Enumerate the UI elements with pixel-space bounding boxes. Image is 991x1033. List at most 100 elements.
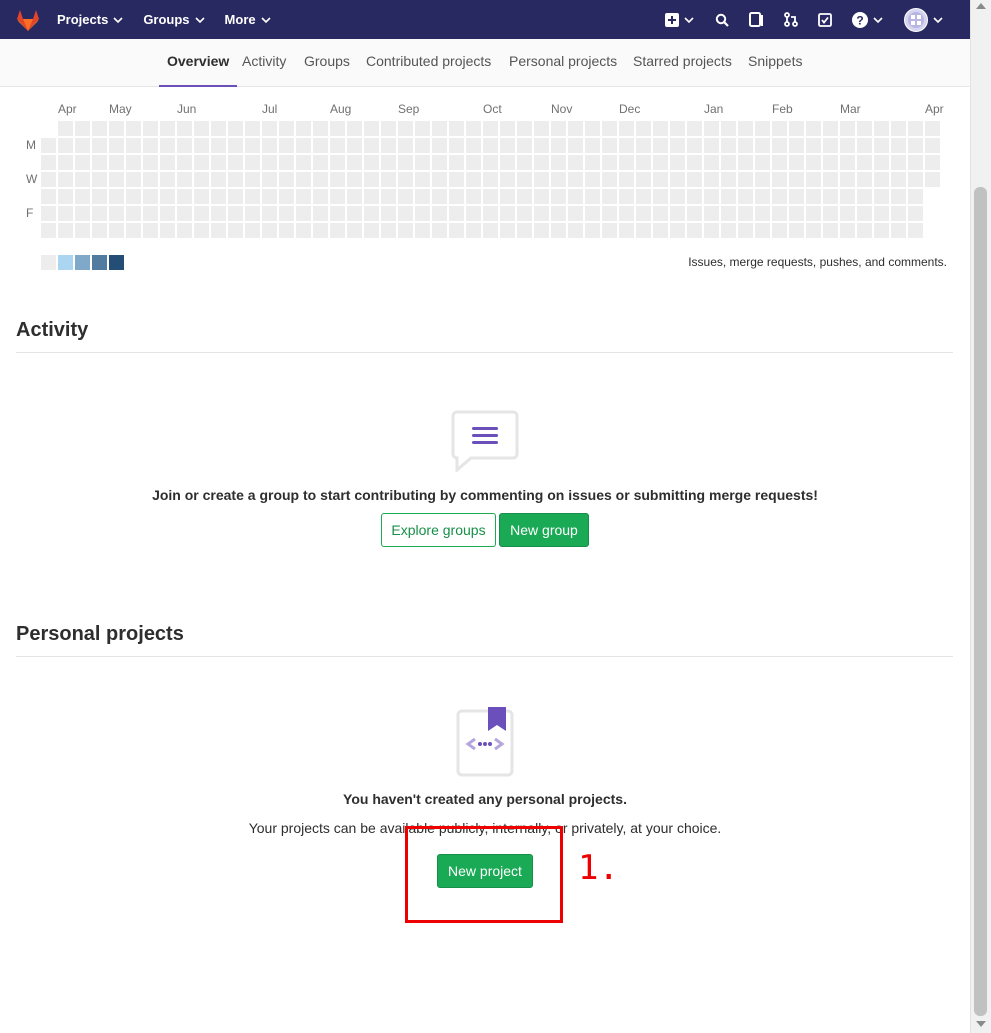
vertical-scrollbar[interactable] bbox=[970, 0, 991, 1033]
calendar-day-cell bbox=[551, 206, 566, 221]
calendar-day-cell bbox=[585, 206, 600, 221]
calendar-day-cell bbox=[636, 206, 651, 221]
calendar-day-cell bbox=[704, 189, 719, 204]
calendar-day-cell bbox=[449, 172, 464, 187]
calendar-day-cell bbox=[177, 155, 192, 170]
tab-activity[interactable]: Activity bbox=[242, 39, 286, 87]
todos-button[interactable] bbox=[818, 12, 832, 27]
calendar-day-cell bbox=[483, 172, 498, 187]
calendar-day-cell bbox=[602, 172, 617, 187]
calendar-day-cell bbox=[874, 121, 889, 136]
calendar-day-cell bbox=[551, 155, 566, 170]
calendar-day-cell bbox=[347, 138, 362, 153]
calendar-day-cell bbox=[602, 189, 617, 204]
calendar-month-label: Jul bbox=[262, 102, 278, 116]
calendar-day-cell bbox=[670, 155, 685, 170]
calendar-day-cell bbox=[500, 172, 515, 187]
calendar-day-cell bbox=[177, 189, 192, 204]
calendar-day-cell bbox=[347, 189, 362, 204]
calendar-day-cell bbox=[500, 189, 515, 204]
more-menu-label: More bbox=[224, 12, 256, 27]
calendar-day-cell bbox=[823, 121, 838, 136]
calendar-day-cell bbox=[126, 155, 141, 170]
tab-snippets[interactable]: Snippets bbox=[748, 39, 802, 87]
calendar-day-cell bbox=[857, 189, 872, 204]
calendar-day-cell bbox=[279, 223, 294, 238]
calendar-month-label: Apr bbox=[58, 102, 77, 116]
calendar-day-cell bbox=[75, 172, 90, 187]
calendar-day-cell bbox=[313, 206, 328, 221]
legend-swatch bbox=[75, 255, 90, 270]
calendar-day-cell bbox=[585, 155, 600, 170]
calendar-day-cell bbox=[279, 155, 294, 170]
calendar-day-cell bbox=[738, 138, 753, 153]
calendar-day-cell bbox=[160, 138, 175, 153]
calendar-day-cell bbox=[551, 172, 566, 187]
merge-requests-button[interactable] bbox=[784, 12, 798, 27]
calendar-day-cell bbox=[449, 121, 464, 136]
calendar-day-cell bbox=[381, 206, 396, 221]
calendar-day-cell bbox=[126, 121, 141, 136]
calendar-day-cell bbox=[755, 155, 770, 170]
calendar-day-cell bbox=[143, 138, 158, 153]
calendar-day-cell bbox=[653, 189, 668, 204]
groups-menu[interactable]: Groups bbox=[143, 12, 205, 27]
comment-illustration-icon bbox=[451, 410, 519, 472]
calendar-day-cell bbox=[534, 121, 549, 136]
tab-contributed-projects[interactable]: Contributed projects bbox=[366, 39, 491, 87]
search-button[interactable] bbox=[715, 13, 729, 27]
calendar-day-cell bbox=[483, 138, 498, 153]
calendar-day-cell bbox=[772, 138, 787, 153]
calendar-day-cell bbox=[330, 155, 345, 170]
calendar-day-cell bbox=[840, 121, 855, 136]
calendar-day-cell bbox=[92, 223, 107, 238]
calendar-day-cell bbox=[908, 189, 923, 204]
calendar-day-cell bbox=[551, 121, 566, 136]
calendar-day-cell bbox=[840, 172, 855, 187]
calendar-day-cell bbox=[534, 189, 549, 204]
tab-overview[interactable]: Overview bbox=[159, 39, 238, 87]
issues-button[interactable] bbox=[749, 12, 764, 27]
calendar-day-cell bbox=[568, 121, 583, 136]
calendar-day-cell bbox=[551, 138, 566, 153]
new-dropdown[interactable] bbox=[665, 12, 695, 27]
calendar-day-label: M bbox=[26, 138, 36, 152]
calendar-day-cell bbox=[143, 155, 158, 170]
explore-groups-button[interactable]: Explore groups bbox=[381, 513, 496, 547]
calendar-day-cell bbox=[313, 223, 328, 238]
calendar-day-cell bbox=[874, 189, 889, 204]
calendar-day-cell bbox=[364, 138, 379, 153]
calendar-day-cell bbox=[687, 223, 702, 238]
calendar-day-cell bbox=[840, 138, 855, 153]
user-dropdown[interactable] bbox=[904, 7, 944, 32]
help-dropdown[interactable]: ? bbox=[852, 11, 884, 28]
more-menu[interactable]: More bbox=[225, 12, 271, 27]
scroll-up-arrow-icon[interactable] bbox=[976, 3, 986, 9]
projects-menu[interactable]: Projects bbox=[57, 12, 123, 27]
calendar-day-cell bbox=[517, 155, 532, 170]
calendar-day-cell bbox=[483, 121, 498, 136]
calendar-day-cell bbox=[330, 172, 345, 187]
new-group-button[interactable]: New group bbox=[499, 513, 589, 547]
calendar-day-cell bbox=[177, 138, 192, 153]
calendar-day-label: F bbox=[26, 206, 34, 220]
tab-starred-projects[interactable]: Starred projects bbox=[633, 39, 732, 87]
calendar-day-cell bbox=[228, 155, 243, 170]
tab-personal-projects[interactable]: Personal projects bbox=[509, 39, 617, 87]
calendar-day-cell bbox=[449, 223, 464, 238]
calendar-day-cell bbox=[398, 155, 413, 170]
gitlab-logo[interactable] bbox=[15, 7, 41, 33]
scrollbar-thumb[interactable] bbox=[974, 187, 987, 1016]
calendar-day-cell bbox=[653, 138, 668, 153]
calendar-day-cell bbox=[806, 172, 821, 187]
calendar-day-cell bbox=[126, 172, 141, 187]
calendar-day-cell bbox=[109, 223, 124, 238]
calendar-day-cell bbox=[925, 172, 940, 187]
scroll-down-arrow-icon[interactable] bbox=[976, 1021, 986, 1027]
calendar-day-cell bbox=[789, 138, 804, 153]
calendar-day-cell bbox=[908, 138, 923, 153]
tab-groups[interactable]: Groups bbox=[304, 39, 350, 87]
calendar-day-cell bbox=[211, 223, 226, 238]
calendar-day-cell bbox=[568, 172, 583, 187]
calendar-day-cell bbox=[228, 121, 243, 136]
